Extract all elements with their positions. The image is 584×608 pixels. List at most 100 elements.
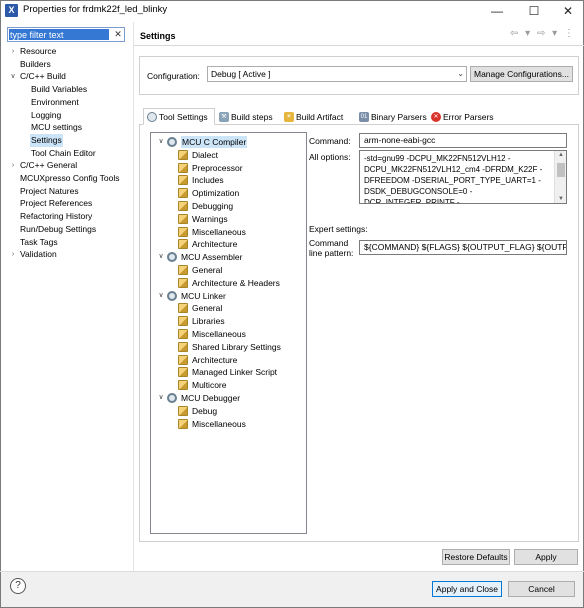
command-line-pattern-field[interactable]: ${COMMAND} ${FLAGS} ${OUTPUT_FLAG} ${OUT… xyxy=(359,240,567,255)
option-node[interactable]: Preprocessor xyxy=(151,162,301,174)
option-node[interactable]: Libraries xyxy=(151,315,301,327)
option-node[interactable]: General xyxy=(151,264,301,276)
option-node[interactable]: Miscellaneous xyxy=(151,226,301,238)
gear-icon xyxy=(167,137,177,147)
option-node[interactable]: Architecture xyxy=(151,354,301,366)
expanded-arrow-icon[interactable]: ∨ xyxy=(157,290,165,302)
option-node[interactable]: Debugging xyxy=(151,200,301,212)
expanded-arrow-icon[interactable]: ∨ xyxy=(157,392,165,404)
collapsed-arrow-icon[interactable]: › xyxy=(9,45,17,58)
nav-item[interactable]: Run/Debug Settings xyxy=(19,223,97,236)
option-node[interactable]: Dialect xyxy=(151,149,301,161)
tab-label: Tool Settings xyxy=(159,112,208,122)
tree-node-label: MCU Linker xyxy=(181,290,226,301)
nav-item[interactable]: Build Variables xyxy=(30,83,88,96)
nav-item[interactable]: ∨ C/C++ Build xyxy=(10,70,67,83)
tree-node-label: Multicore xyxy=(192,380,227,391)
tree-node-label: Libraries xyxy=(192,316,225,327)
help-icon[interactable]: ? xyxy=(10,578,26,594)
option-node[interactable]: Optimization xyxy=(151,187,301,199)
collapsed-arrow-icon[interactable]: › xyxy=(9,159,17,172)
tree-node-label: General xyxy=(192,265,223,275)
all-options-scrollbar[interactable]: ▲ ▼ xyxy=(554,151,566,203)
nav-item[interactable]: Refactoring History xyxy=(19,210,93,223)
option-node[interactable]: Miscellaneous xyxy=(151,328,301,340)
nav-item[interactable]: Task Tags xyxy=(19,236,59,249)
scroll-down-icon[interactable]: ▼ xyxy=(558,196,564,202)
all-options-textarea[interactable]: -std=gnu99 -DCPU_MK22FN512VLH12 - DCPU_MK… xyxy=(359,150,567,204)
configuration-select[interactable]: Debug [ Active ] ⌄ xyxy=(207,66,467,82)
close-button[interactable]: ✕ xyxy=(551,1,584,21)
option-node[interactable]: Multicore xyxy=(151,379,301,391)
nav-item[interactable]: Project Natures xyxy=(19,185,80,198)
nav-item[interactable]: MCU settings xyxy=(30,121,83,134)
nav-item[interactable]: Tool Chain Editor xyxy=(30,147,97,160)
window-title: Properties for frdmk22f_led_blinky xyxy=(23,4,168,15)
nav-item[interactable]: MCUXpresso Config Tools xyxy=(19,172,121,185)
expanded-arrow-icon[interactable]: ∨ xyxy=(9,70,17,83)
tool-node[interactable]: ∨ MCU Linker xyxy=(151,290,301,302)
option-node[interactable]: Miscellaneous xyxy=(151,418,301,430)
filter-input[interactable] xyxy=(9,29,109,40)
restore-defaults-button[interactable]: Restore Defaults xyxy=(442,549,510,565)
expanded-arrow-icon[interactable]: ∨ xyxy=(157,251,165,263)
option-node[interactable]: Architecture xyxy=(151,238,301,250)
minimize-button[interactable]: — xyxy=(480,1,514,21)
collapsed-arrow-icon[interactable]: › xyxy=(9,248,17,261)
nav-item[interactable]: › Validation xyxy=(12,248,58,261)
app-icon: X xyxy=(5,4,18,17)
option-category-icon xyxy=(178,303,188,314)
nav-item-label: Tool Chain Editor xyxy=(31,147,96,158)
option-category-icon xyxy=(178,277,188,288)
option-category-icon xyxy=(178,354,188,365)
tool-node[interactable]: ∨ MCU Debugger xyxy=(151,392,301,404)
history-nav-icons[interactable]: ⇦ ▾ ⇨ ▾ ⋮ xyxy=(510,28,576,39)
cancel-button[interactable]: Cancel xyxy=(508,581,575,597)
option-category-icon xyxy=(178,341,188,352)
manage-configurations-button[interactable]: Manage Configurations... xyxy=(470,66,573,82)
nav-item[interactable]: Builders xyxy=(19,58,52,71)
expanded-arrow-icon[interactable]: ∨ xyxy=(157,136,165,148)
scroll-up-icon[interactable]: ▲ xyxy=(558,152,564,158)
option-category-icon xyxy=(178,239,188,250)
maximize-button[interactable]: ☐ xyxy=(517,1,551,21)
all-options-line: DCPU_MK22FN512VLH12_cm4 -DFRDM_K22F - xyxy=(364,165,543,174)
option-category-icon xyxy=(178,418,188,429)
nav-item[interactable]: Environment xyxy=(30,96,80,109)
nav-item-label: Logging xyxy=(31,109,62,120)
option-node[interactable]: Debug xyxy=(151,405,301,417)
scrollbar-thumb[interactable] xyxy=(557,163,565,177)
tab-error-parsers[interactable]: ✕ Error Parsers xyxy=(427,108,501,125)
tree-node-label: Warnings xyxy=(192,213,228,224)
nav-item[interactable]: Settings xyxy=(30,133,63,147)
option-node[interactable]: Includes xyxy=(151,174,301,186)
nav-item-label: Resource xyxy=(20,46,57,56)
tab-tool-settings[interactable]: Tool Settings xyxy=(143,108,215,125)
command-field[interactable]: arm-none-eabi-gcc xyxy=(359,133,567,148)
expert-settings-label: Expert settings: xyxy=(309,224,368,234)
option-category-icon xyxy=(178,201,188,211)
tab-label: Build Artifact xyxy=(296,112,344,122)
option-node[interactable]: Shared Library Settings xyxy=(151,341,301,353)
option-category-icon xyxy=(178,213,188,224)
option-node[interactable]: Warnings xyxy=(151,213,301,225)
option-node[interactable]: Managed Linker Script xyxy=(151,366,301,378)
apply-button[interactable]: Apply xyxy=(514,549,578,565)
nav-item[interactable]: Logging xyxy=(30,109,62,122)
tab-binary-parsers[interactable]: 01 Binary Parsers xyxy=(355,108,427,125)
tab-build-steps[interactable]: ⚒ Build steps xyxy=(215,108,278,125)
tree-node-label: Miscellaneous xyxy=(192,329,246,339)
tool-node[interactable]: ∨ MCU C Compiler xyxy=(151,136,301,148)
tab-build-artifact[interactable]: ☀ Build Artifact xyxy=(280,108,353,125)
sash-divider[interactable] xyxy=(133,22,134,571)
nav-item[interactable]: › Resource xyxy=(12,45,57,58)
option-node[interactable]: General xyxy=(151,302,301,314)
clear-filter-icon[interactable]: ✕ xyxy=(112,28,124,41)
nav-item[interactable]: Project References xyxy=(19,197,93,210)
nav-item[interactable]: › C/C++ General xyxy=(12,159,78,172)
build-artifact-icon: ☀ xyxy=(284,112,294,122)
tool-node[interactable]: ∨ MCU Assembler xyxy=(151,251,301,263)
apply-and-close-button[interactable]: Apply and Close xyxy=(432,581,502,597)
command-line-pattern-label-2: line pattern: xyxy=(309,248,354,258)
option-node[interactable]: Architecture & Headers xyxy=(151,277,301,289)
